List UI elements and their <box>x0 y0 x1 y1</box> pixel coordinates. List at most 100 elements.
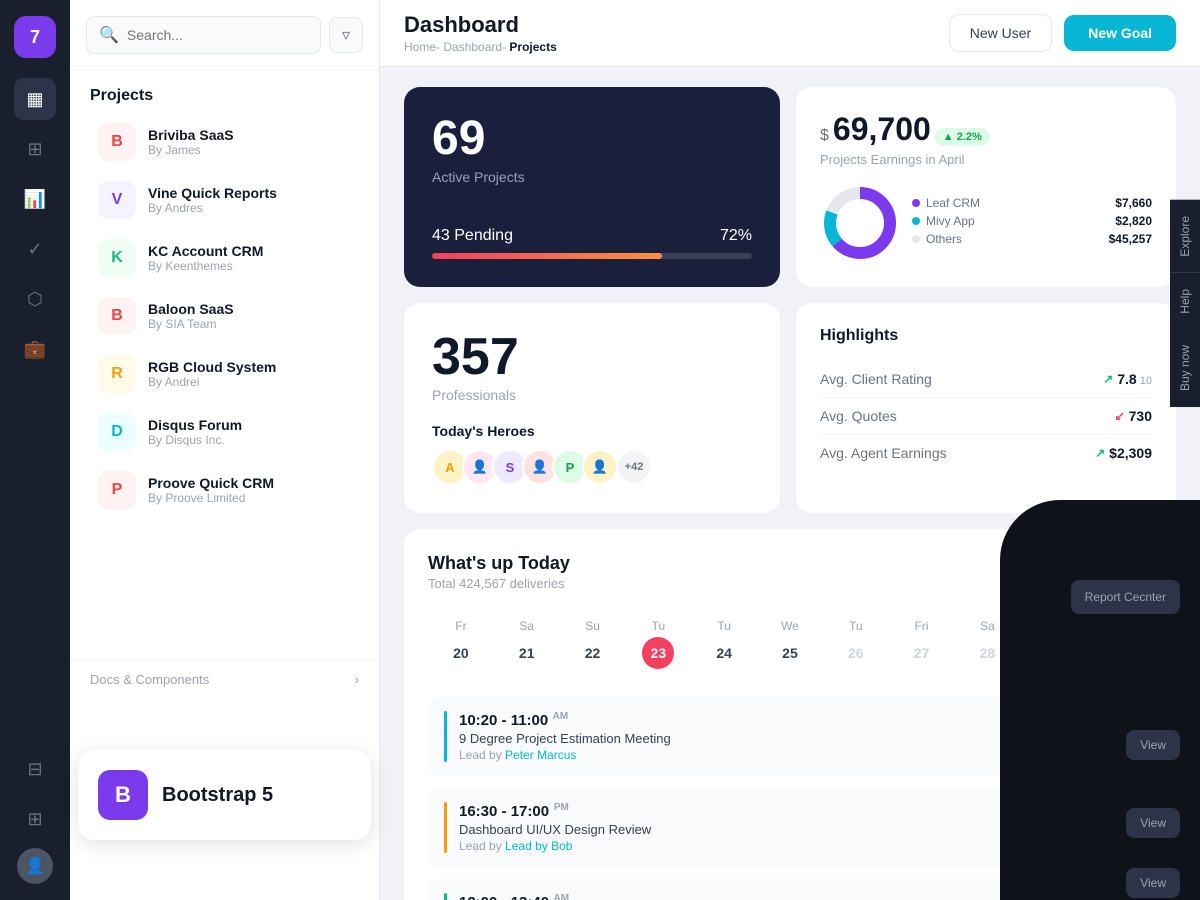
event-name: Dashboard UI/UX Design Review <box>459 822 1064 837</box>
new-user-button[interactable]: New User <box>949 14 1052 52</box>
breadcrumb-home[interactable]: Home- <box>404 40 440 54</box>
tab-buy-now[interactable]: Buy now <box>1170 329 1200 407</box>
donut-chart <box>820 183 900 263</box>
project-info-kc: KC Account CRM By Keenthemes <box>148 243 351 273</box>
legend-left: Others <box>912 232 962 246</box>
trend-icon: ↗ <box>1103 372 1113 386</box>
heroes-section: Today's Heroes A 👤 S 👤 P 👤 +42 <box>432 423 752 485</box>
day-cell[interactable]: Sa 28 <box>955 611 1021 677</box>
view-button-2[interactable]: View <box>1126 808 1180 838</box>
hero-avatar-6: 👤 <box>582 449 618 485</box>
day-cell[interactable]: Su 22 <box>560 611 626 677</box>
active-label: Active Projects <box>432 169 752 185</box>
highlight-value: ↙ 730 <box>1115 408 1152 424</box>
active-projects-card: 69 Active Projects 43 Pending 72% <box>404 87 780 287</box>
search-box[interactable]: 🔍 <box>86 16 321 54</box>
legend-left: Leaf CRM <box>912 196 980 210</box>
legend-item: Others $45,257 <box>912 232 1152 246</box>
sidebar: 🔍 ▿ Projects B Briviba SaaS By James V V… <box>70 0 380 900</box>
project-name-briviba: Briviba SaaS <box>148 127 351 143</box>
view-button-3[interactable]: View <box>1126 868 1180 898</box>
project-author-disqus: By Disqus Inc. <box>148 433 351 447</box>
legend-item: Mivy App $2,820 <box>912 214 1152 228</box>
professionals-count: 357 <box>432 331 752 383</box>
day-cell[interactable]: Tu 24 <box>691 611 757 677</box>
event-name: 9 Degree Project Estimation Meeting <box>459 731 1064 746</box>
project-name-rgb: RGB Cloud System <box>148 359 351 375</box>
filter-button[interactable]: ▿ <box>329 17 363 53</box>
calendar-card: What's up Today Total 424,567 deliveries… <box>404 529 1176 900</box>
nav-icon-chart[interactable]: 📊 <box>14 178 56 220</box>
event-details: 10:20 - 11:00 AM 9 Degree Project Estima… <box>459 711 1064 762</box>
highlight-amount: $2,309 <box>1109 445 1152 461</box>
sidebar-item-vine[interactable]: V Vine Quick Reports By Andres <box>78 171 371 229</box>
day-name: Su <box>1046 619 1061 633</box>
nav-icon-check[interactable]: ✓ <box>14 228 56 270</box>
day-name: Mo <box>1111 619 1128 633</box>
day-cell[interactable]: Tu 26 <box>823 611 889 677</box>
report-center-button[interactable]: Report Cecnter <box>1071 580 1180 614</box>
highlights-card: Highlights Avg. Client Rating ↗ 7.8 10 A… <box>796 303 1176 513</box>
nav-icon-briefcase[interactable]: 💼 <box>14 328 56 370</box>
nav-icon-modules[interactable]: ⊞ <box>14 798 56 840</box>
day-cell[interactable]: Fri 27 <box>889 611 955 677</box>
footer-arrow[interactable]: › <box>355 672 359 687</box>
user-avatar[interactable]: 👤 <box>17 848 53 884</box>
main-wrapper: Dashboard Home- Dashboard- Projects New … <box>380 0 1200 900</box>
nav-icon-grid[interactable]: ⊞ <box>14 128 56 170</box>
tab-help[interactable]: Help <box>1170 273 1200 330</box>
calendar-title: What's up Today <box>428 553 570 574</box>
legend-value: $45,257 <box>1109 232 1152 246</box>
highlight-row: Avg. Quotes ↙ 730 <box>820 398 1152 435</box>
breadcrumb-dash[interactable]: Dashboard- <box>443 40 506 54</box>
legend-dot <box>912 199 920 207</box>
day-cell[interactable]: We 25 <box>757 611 823 677</box>
day-cell[interactable]: Tu 23 <box>625 611 691 677</box>
earnings-legend: Leaf CRM $7,660 Mivy App $2,820 Others $… <box>912 196 1152 250</box>
bootstrap-label: Bootstrap 5 <box>162 784 273 807</box>
nav-icon-layers[interactable]: ⬡ <box>14 278 56 320</box>
search-icon: 🔍 <box>99 25 119 45</box>
event-time: 12:00 - 13:40 AM <box>459 893 1064 900</box>
app-version-badge[interactable]: 7 <box>14 16 56 58</box>
highlight-value: ↗ 7.8 10 <box>1103 371 1152 387</box>
trend-icon: ↙ <box>1115 409 1125 423</box>
page-title: Dashboard <box>404 12 937 38</box>
view-button-1[interactable]: View <box>1126 730 1180 760</box>
highlights-list: Avg. Client Rating ↗ 7.8 10 Avg. Quotes … <box>820 361 1152 471</box>
legend-left: Mivy App <box>912 214 975 228</box>
currency-symbol: $ <box>820 127 829 145</box>
event-ampm: PM <box>551 802 569 813</box>
sidebar-item-rgb[interactable]: R RGB Cloud System By Andrei <box>78 345 371 403</box>
highlight-amount: 730 <box>1129 408 1152 424</box>
sidebar-item-proove[interactable]: P Proove Quick CRM By Proove Limited <box>78 461 371 519</box>
new-goal-button[interactable]: New Goal <box>1064 15 1176 51</box>
sidebar-item-disqus[interactable]: D Disqus Forum By Disqus Inc. <box>78 403 371 461</box>
calendar-subtitle: Total 424,567 deliveries <box>428 576 570 591</box>
bootstrap-card: B Bootstrap 5 <box>78 750 371 840</box>
topbar-title-area: Dashboard Home- Dashboard- Projects <box>404 12 937 54</box>
sidebar-item-baloon[interactable]: B Baloon SaaS By SIA Team <box>78 287 371 345</box>
nav-icon-settings[interactable]: ⊟ <box>14 748 56 790</box>
professionals-card: 357 Professionals Today's Heroes A 👤 S 👤… <box>404 303 780 513</box>
event-lead-link[interactable]: Peter Marcus <box>505 748 576 762</box>
events-list: 10:20 - 11:00 AM 9 Degree Project Estima… <box>428 697 1152 900</box>
day-number: 25 <box>774 637 806 669</box>
sidebar-item-briviba[interactable]: B Briviba SaaS By James <box>78 113 371 171</box>
day-cell[interactable]: Su 29 <box>1020 611 1086 677</box>
event-lead-link[interactable]: Lead by Bob <box>505 839 572 853</box>
earnings-number: 69,700 <box>833 111 931 148</box>
earnings-amount-row: $ 69,700 ▲ 2.2% <box>820 111 1152 148</box>
tab-explore[interactable]: Explore <box>1170 200 1200 273</box>
event-ampm: AM <box>551 893 569 900</box>
day-cell[interactable]: Sa 21 <box>494 611 560 677</box>
search-input[interactable] <box>127 27 308 43</box>
event-border <box>444 802 447 853</box>
day-cell[interactable]: Fr 20 <box>428 611 494 677</box>
nav-icon-dashboard[interactable]: ▦ <box>14 78 56 120</box>
project-info-baloon: Baloon SaaS By SIA Team <box>148 301 351 331</box>
day-name: Tu <box>652 619 666 633</box>
project-info-disqus: Disqus Forum By Disqus Inc. <box>148 417 351 447</box>
sidebar-item-kc[interactable]: K KC Account CRM By Keenthemes <box>78 229 371 287</box>
day-cell[interactable]: Mo 30 <box>1086 611 1152 677</box>
